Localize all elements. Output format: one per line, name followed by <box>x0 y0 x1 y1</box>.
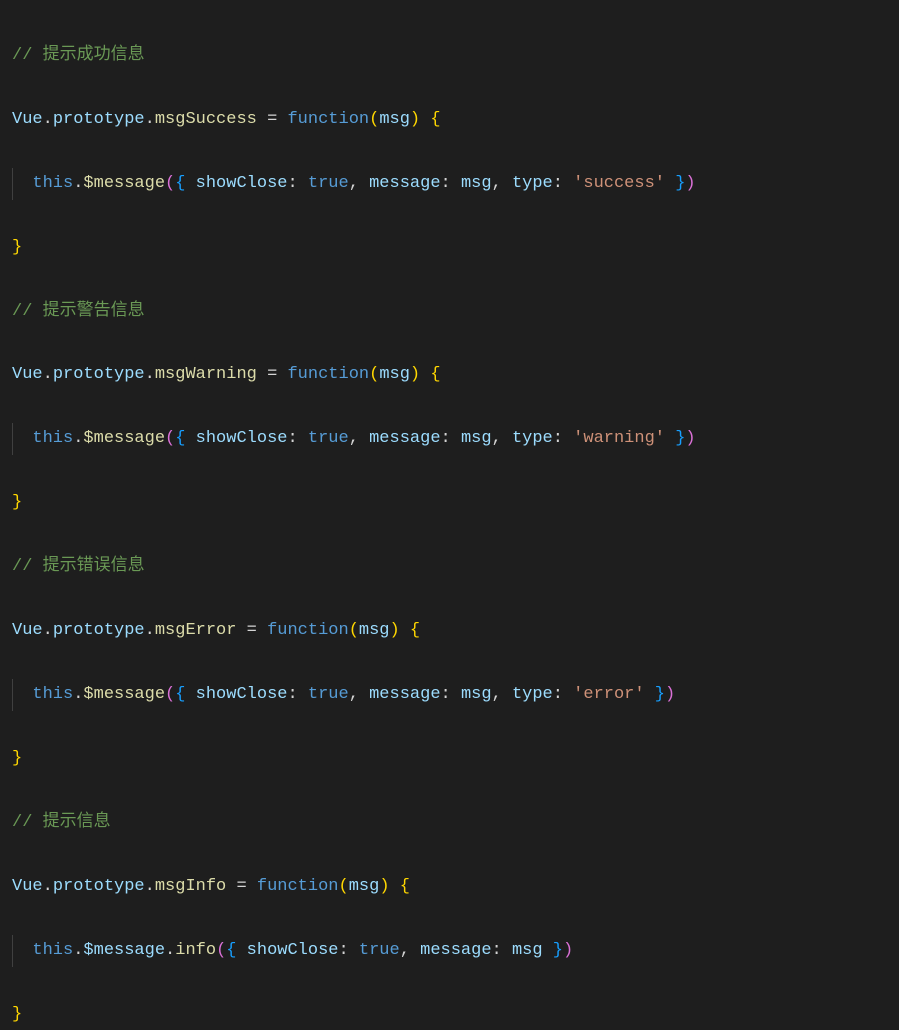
comment-text: // 提示信息 <box>12 813 111 832</box>
code-line: } <box>12 487 887 519</box>
code-line: this.$message({ showClose: true, message… <box>12 423 887 455</box>
code-editor-content[interactable]: // 提示成功信息 Vue.prototype.msgSuccess = fun… <box>12 8 887 1030</box>
code-line: Vue.prototype.msgInfo = function(msg) { <box>12 871 887 903</box>
comment-text: // 提示错误信息 <box>12 557 145 576</box>
comment-text: // 提示警告信息 <box>12 302 145 321</box>
code-line: // 提示警告信息 <box>12 296 887 328</box>
code-line: Vue.prototype.msgError = function(msg) { <box>12 615 887 647</box>
code-line: } <box>12 999 887 1030</box>
code-line: this.$message({ showClose: true, message… <box>12 168 887 200</box>
code-line: Vue.prototype.msgWarning = function(msg)… <box>12 359 887 391</box>
code-line: this.$message({ showClose: true, message… <box>12 679 887 711</box>
code-line: this.$message.info({ showClose: true, me… <box>12 935 887 967</box>
code-line: Vue.prototype.msgSuccess = function(msg)… <box>12 104 887 136</box>
comment-text: // 提示成功信息 <box>12 46 145 65</box>
code-line: } <box>12 743 887 775</box>
code-line: // 提示成功信息 <box>12 40 887 72</box>
code-line: // 提示信息 <box>12 807 887 839</box>
code-line: } <box>12 232 887 264</box>
code-line: // 提示错误信息 <box>12 551 887 583</box>
